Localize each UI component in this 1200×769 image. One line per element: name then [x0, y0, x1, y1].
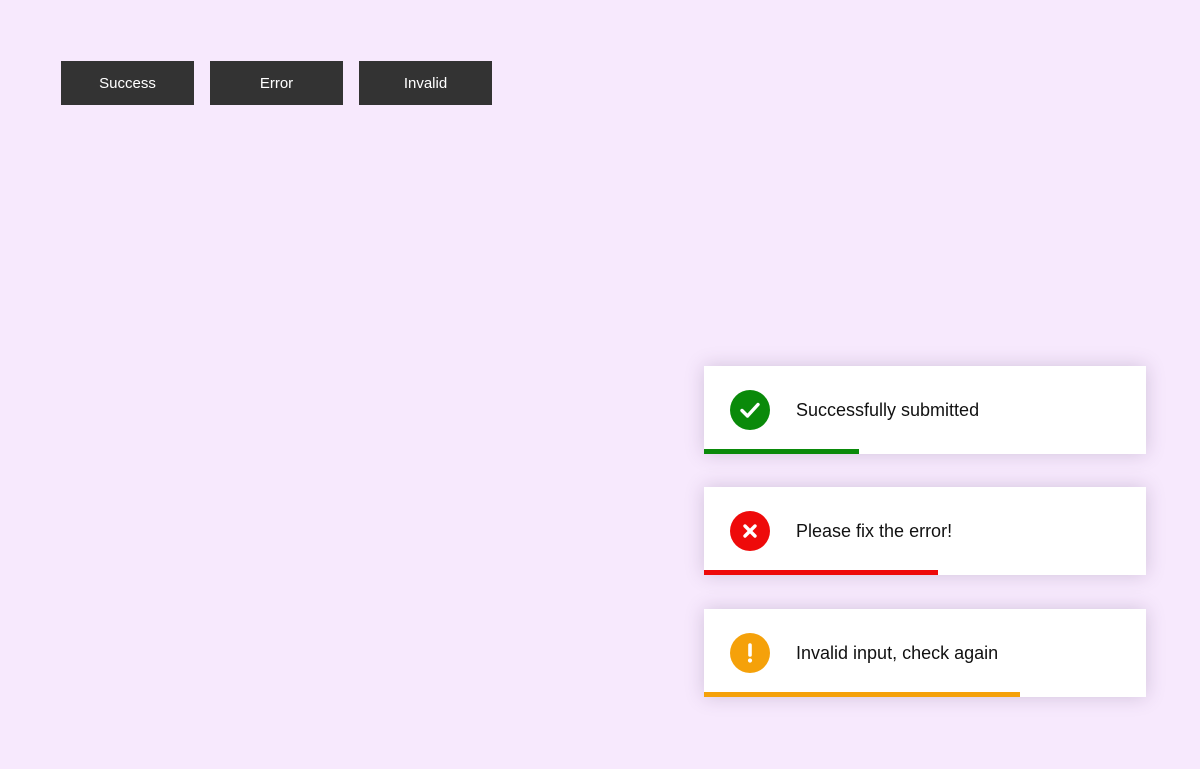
- check-icon: [730, 390, 770, 430]
- toast-progress-bar: [704, 570, 939, 575]
- toast-message: Invalid input, check again: [796, 642, 999, 663]
- toast-error[interactable]: Please fix the error!: [704, 487, 1146, 575]
- toast-message: Please fix the error!: [796, 520, 953, 541]
- toast-message: Successfully submitted: [796, 399, 980, 420]
- toast-progress-bar: [704, 449, 859, 454]
- toast-trigger-buttons: Success Error Invalid: [61, 61, 492, 105]
- toast-invalid[interactable]: Invalid input, check again: [704, 609, 1146, 697]
- toast-progress-bar: [704, 692, 1020, 697]
- toast-stack: Successfully submitted Please fix the er…: [704, 366, 1146, 730]
- success-button[interactable]: Success: [61, 61, 194, 105]
- exclamation-icon: [730, 633, 770, 673]
- toast-success[interactable]: Successfully submitted: [704, 366, 1146, 454]
- error-button[interactable]: Error: [210, 61, 343, 105]
- invalid-button[interactable]: Invalid: [359, 61, 492, 105]
- close-icon: [730, 511, 770, 551]
